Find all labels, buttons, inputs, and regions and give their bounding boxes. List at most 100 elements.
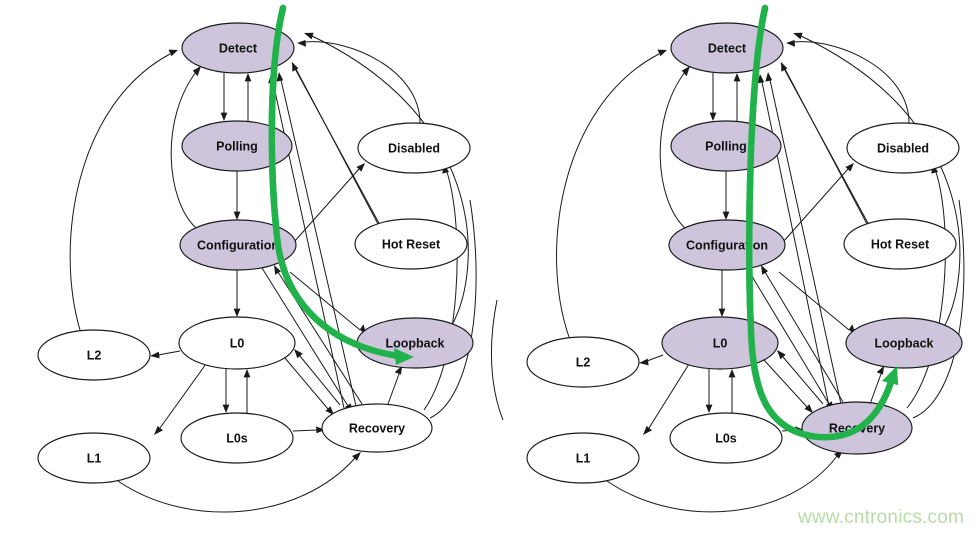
edge-l0-to-l1 <box>159 363 207 429</box>
node-detect[interactable]: Detect <box>670 22 784 74</box>
edge-recovery-to-disabled <box>423 171 458 411</box>
edge-l2-to-detect <box>69 53 171 331</box>
arrowhead-l0-to-l2 <box>150 351 160 359</box>
arrowhead-hotreset-to-detect <box>292 62 299 72</box>
node-l2-label: L2 <box>87 348 102 362</box>
node-recovery[interactable]: Recovery <box>321 403 433 453</box>
edge-l0s-to-recovery <box>292 429 318 432</box>
node-loopback-label: Loopback <box>874 336 933 350</box>
arrowhead-disabled-to-detect <box>297 40 306 47</box>
edge-recovery-to-disabled <box>906 171 946 409</box>
arrowhead-l0s-to-l0 <box>728 369 736 378</box>
arrowhead-recovery-to-detect <box>276 72 284 82</box>
node-loopback[interactable]: Loopback <box>845 317 963 369</box>
node-disabled[interactable]: Disabled <box>357 122 471 174</box>
ltssm-diagram-root: Detect Polling Configuration Disabled Ho… <box>0 0 979 533</box>
arrowhead-recovery-to-loopback <box>876 366 884 375</box>
arrowhead-polling-to-configuration <box>722 211 730 220</box>
node-l0s-label: L0s <box>226 431 248 445</box>
node-l0s-label: L0s <box>715 431 737 445</box>
node-hot-reset-label: Hot Reset <box>871 237 930 251</box>
flow-arrowhead-overlay <box>882 366 898 385</box>
edge-l2-to-detect <box>556 53 660 338</box>
node-loopback[interactable]: Loopback <box>356 317 474 369</box>
right-state-machine-panel: Detect Polling Configuration Disabled Ho… <box>490 4 965 528</box>
arrowhead-l0-to-l0s <box>705 404 713 413</box>
edge-disabled-to-detect <box>793 41 910 124</box>
edge-configuration-to-disabled <box>782 168 849 243</box>
node-disabled[interactable]: Disabled <box>846 122 960 174</box>
edge-l1-to-recovery <box>606 455 838 513</box>
arrowhead-l2-to-detect <box>168 49 178 57</box>
arrowhead-recovery-to-l0 <box>294 349 303 359</box>
node-configuration-label: Configuration <box>197 238 279 252</box>
node-l0[interactable]: L0 <box>661 316 779 370</box>
edge-recovery-to-loopback <box>387 373 400 405</box>
arrowhead-l0-to-l0s <box>222 404 230 413</box>
arrowhead-recovery-to-configuration <box>761 265 768 275</box>
arrowhead-l0-to-l1 <box>643 426 652 435</box>
edge-loopback-to-detect <box>800 35 961 326</box>
node-l0-label: L0 <box>713 336 728 350</box>
arrowhead-detect-to-polling <box>220 112 228 121</box>
edge-l0-to-recovery <box>284 357 329 410</box>
arrowhead-polling-to-detect <box>733 73 741 82</box>
edge-l0-to-l2 <box>646 354 664 362</box>
node-l1-label: L1 <box>576 451 591 465</box>
flow-curve-overlay <box>268 4 402 360</box>
node-l1[interactable]: L1 <box>526 432 640 484</box>
node-hot-reset[interactable]: Hot Reset <box>843 218 957 270</box>
node-layer-right: Detect Polling Configuration Disabled Ho… <box>526 22 963 484</box>
node-l0s[interactable]: L0s <box>180 412 294 464</box>
arrowhead-configuration-to-l0 <box>233 308 241 317</box>
node-layer-left: Detect Polling Configuration Disabled Ho… <box>37 22 474 484</box>
arrowhead-l0-to-l1 <box>154 426 163 435</box>
node-configuration[interactable]: Configuration <box>668 219 786 271</box>
node-hot-reset[interactable]: Hot Reset <box>354 218 468 270</box>
node-l0-label: L0 <box>230 336 245 350</box>
arrowhead-l2-to-detect <box>657 49 667 57</box>
edge-l0-to-recovery <box>763 359 808 408</box>
node-l0[interactable]: L0 <box>178 316 296 370</box>
arrowhead-loopback-to-detect <box>793 32 803 40</box>
configuration-to-loopback-flow-curve <box>268 4 402 360</box>
arrowhead-polling-to-detect <box>244 73 252 82</box>
node-recovery-label: Recovery <box>349 421 405 435</box>
node-disabled-label: Disabled <box>877 141 929 155</box>
left-state-machine-panel: Detect Polling Configuration Disabled Ho… <box>37 4 477 513</box>
arrowhead-recovery-to-detect <box>765 72 773 82</box>
node-polling[interactable]: Polling <box>670 120 782 172</box>
edge-l1-to-recovery <box>117 457 356 513</box>
edge-recovery-to-l0 <box>782 356 824 405</box>
edge-l0-to-l2 <box>157 350 181 356</box>
node-disabled-label: Disabled <box>388 141 440 155</box>
node-l2[interactable]: L2 <box>526 336 640 388</box>
node-l1-label: L1 <box>87 451 102 465</box>
edge-loopback-to-detect <box>311 35 469 326</box>
node-polling[interactable]: Polling <box>181 120 293 172</box>
node-hot-reset-label: Hot Reset <box>382 237 441 251</box>
arrowhead-detect-to-polling <box>709 112 717 121</box>
node-detect-label: Detect <box>708 41 747 55</box>
node-l0s[interactable]: L0s <box>669 412 783 464</box>
arrowhead-polling-to-configuration <box>233 211 241 220</box>
node-polling-label: Polling <box>216 139 258 153</box>
node-l2[interactable]: L2 <box>37 329 151 381</box>
arrowhead-l0s-to-l0 <box>243 369 251 378</box>
node-detect-label: Detect <box>219 41 258 55</box>
edge-recovery-to-loopback <box>869 373 882 405</box>
arrowhead-disabled-to-detect <box>786 40 795 47</box>
arrowhead-recovery-to-l0 <box>777 350 786 360</box>
watermark-label: www.cntronics.com <box>797 507 964 528</box>
edge-left-outer-fragment <box>490 299 504 421</box>
edge-disabled-to-detect <box>304 41 421 124</box>
arrowhead-loopback-to-detect <box>304 32 314 40</box>
arrowhead-configuration-to-l0 <box>718 308 726 317</box>
arrowhead-l0-to-l2 <box>639 358 649 366</box>
node-configuration-label: Configuration <box>686 238 768 252</box>
node-polling-label: Polling <box>705 139 747 153</box>
edge-l0-to-l1 <box>648 363 690 429</box>
arrowhead-hotreset-to-detect <box>781 62 788 72</box>
node-l2-label: L2 <box>576 355 591 369</box>
node-l1[interactable]: L1 <box>37 432 151 484</box>
